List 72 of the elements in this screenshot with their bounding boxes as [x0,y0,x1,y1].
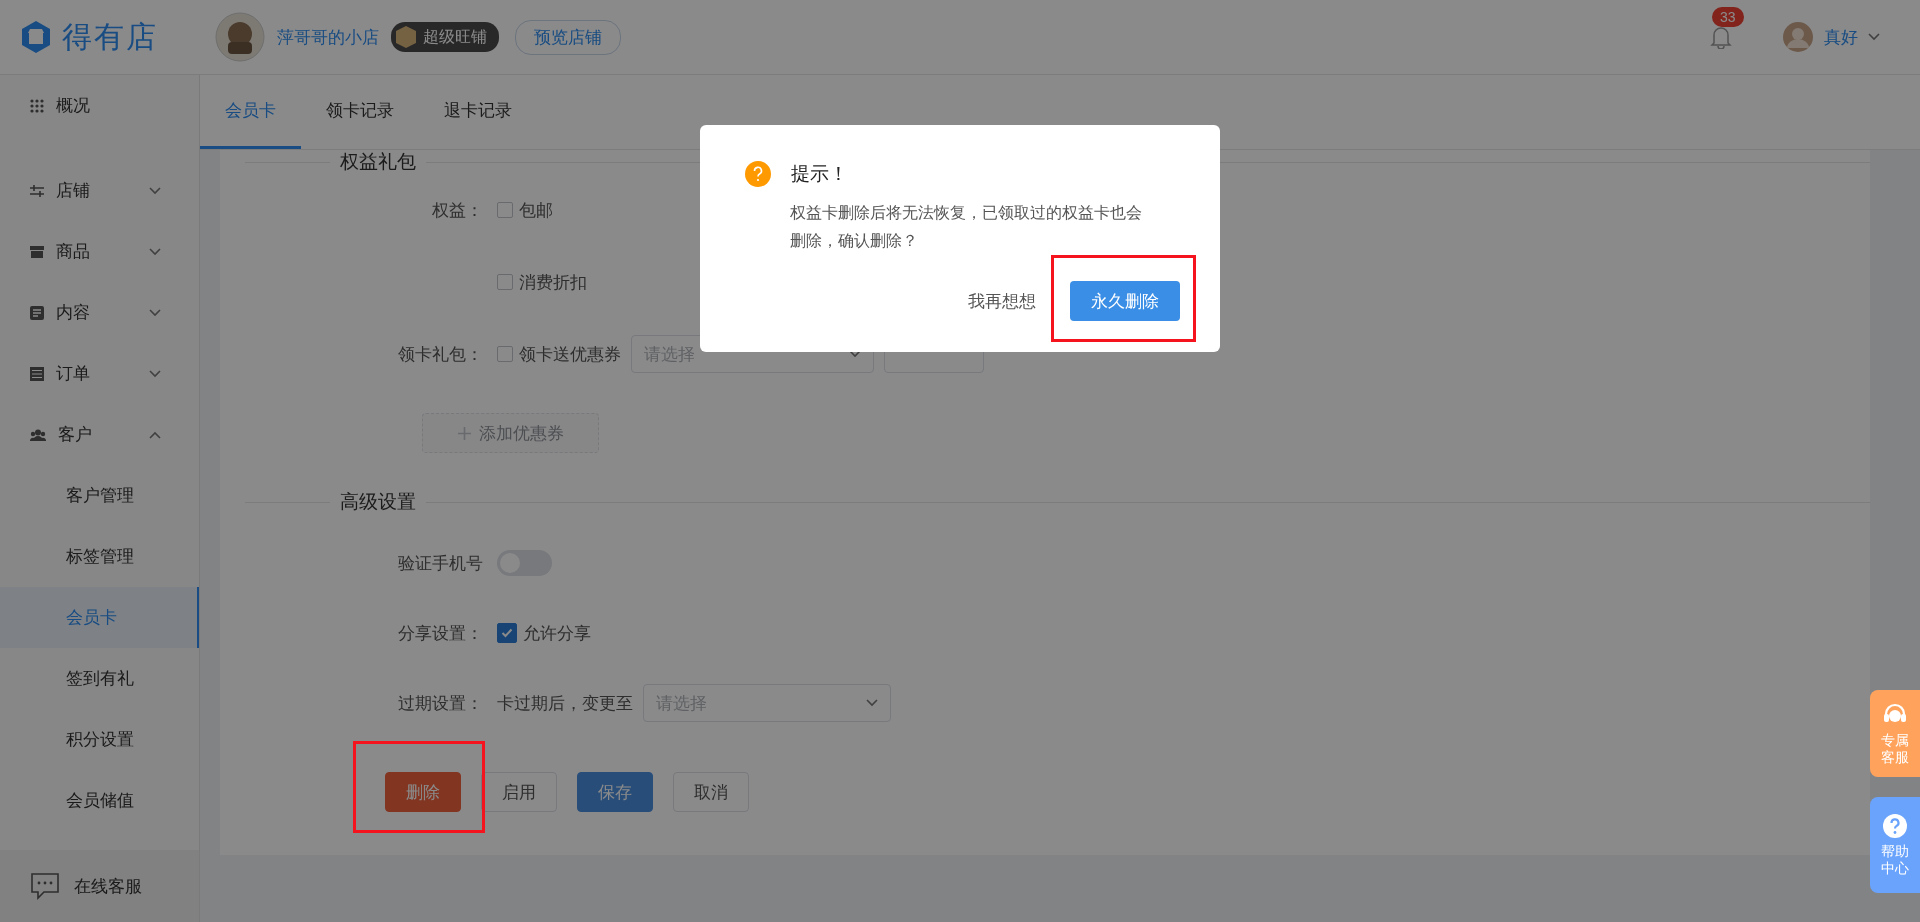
sidebar-label: 概况 [56,95,90,117]
checkbox[interactable] [497,623,517,643]
help-icon [1882,813,1908,839]
dialog-message: 权益卡删除后将无法恢复，已领取过的权益卡也会删除，确认删除？ [790,203,1143,251]
question-icon [745,161,771,187]
option-label: 领卡送优惠券 [519,343,621,366]
sidebar-subitem[interactable]: 会员卡 [0,587,199,648]
people-icon [30,428,46,441]
tab[interactable]: 退卡记录 [419,75,537,149]
sidebar-subitem[interactable]: 会员储值 [0,770,199,831]
sidebar-item[interactable]: 客户 [0,404,199,465]
sidebar-subitem[interactable]: 客户管理 [0,465,199,526]
cancel-button[interactable]: 我再想想 [968,289,1036,313]
option-label: 消费折扣 [519,271,587,294]
online-service-bar[interactable]: 在线客服 [0,850,199,922]
sidebar-label: 内容 [56,302,90,324]
sidebar-item[interactable]: 店铺 [0,160,199,221]
shop-name[interactable]: 萍哥哥的小店 [277,25,379,49]
sidebar-item[interactable]: 商品 [0,221,199,282]
action-button[interactable]: 取消 [673,772,749,812]
tab[interactable]: 领卡记录 [301,75,419,149]
section-title: 高级设置 [340,490,416,514]
bell-icon[interactable] [1710,25,1732,49]
sidebar-label: 客户 [58,424,92,446]
level-badge: 超级旺铺 [391,22,499,52]
checkbox[interactable] [497,202,513,218]
checkbox[interactable] [497,274,513,290]
save-button[interactable]: 保存 [577,772,653,812]
grid-icon [30,98,44,113]
sliders-icon [30,184,44,197]
logo-text: 得有店 [62,18,158,55]
caret-icon [849,350,861,358]
sidebar-item[interactable]: 订单 [0,343,199,404]
checkbox[interactable] [497,346,513,362]
confirm-button[interactable]: 永久删除 [1070,281,1180,321]
field-label: 领卡礼包： [397,343,483,366]
user-avatar[interactable] [1782,21,1814,53]
sidebar-label: 订单 [56,363,90,385]
sidebar-subitem[interactable]: 积分设置 [0,709,199,770]
sidebar-subitem[interactable]: 标签管理 [0,526,199,587]
user-name[interactable]: 真好 [1824,25,1858,49]
field-text: 卡过期后，变更至 [497,692,633,715]
sidebar-item[interactable]: 概况 [0,75,199,136]
section-title: 权益礼包 [340,150,416,174]
shop-avatar [215,12,265,62]
caret-icon [866,699,878,707]
preview-button[interactable]: 预览店铺 [515,19,621,55]
delete-button[interactable]: 删除 [385,772,461,812]
option-label: 包邮 [519,199,553,222]
chat-icon [30,872,60,900]
list-icon [30,366,44,381]
field-label: 过期设置： [397,692,483,715]
online-service-label: 在线客服 [74,875,142,898]
sidebar-label: 店铺 [56,180,90,202]
sidebar-label: 商品 [56,241,90,263]
coin-icon [395,25,417,49]
notification-badge: 33 [1712,7,1744,27]
action-button[interactable]: 启用 [481,772,557,812]
option-label: 允许分享 [523,622,591,645]
logo-icon [20,20,52,54]
document-icon [30,305,44,320]
check-icon [501,628,513,638]
box-icon [30,245,44,258]
sidebar-subitem[interactable]: 签到有礼 [0,648,199,709]
caret-icon [1868,33,1880,41]
help-center-button[interactable]: 帮助中心 [1870,797,1920,893]
field-label: 权益： [431,199,483,222]
field-label: 分享设置： [397,622,483,645]
sidebar-item[interactable]: 内容 [0,282,199,343]
field-label: 验证手机号 [397,552,483,575]
dialog-title: 提示！ [791,162,848,186]
plus-icon [457,426,471,440]
